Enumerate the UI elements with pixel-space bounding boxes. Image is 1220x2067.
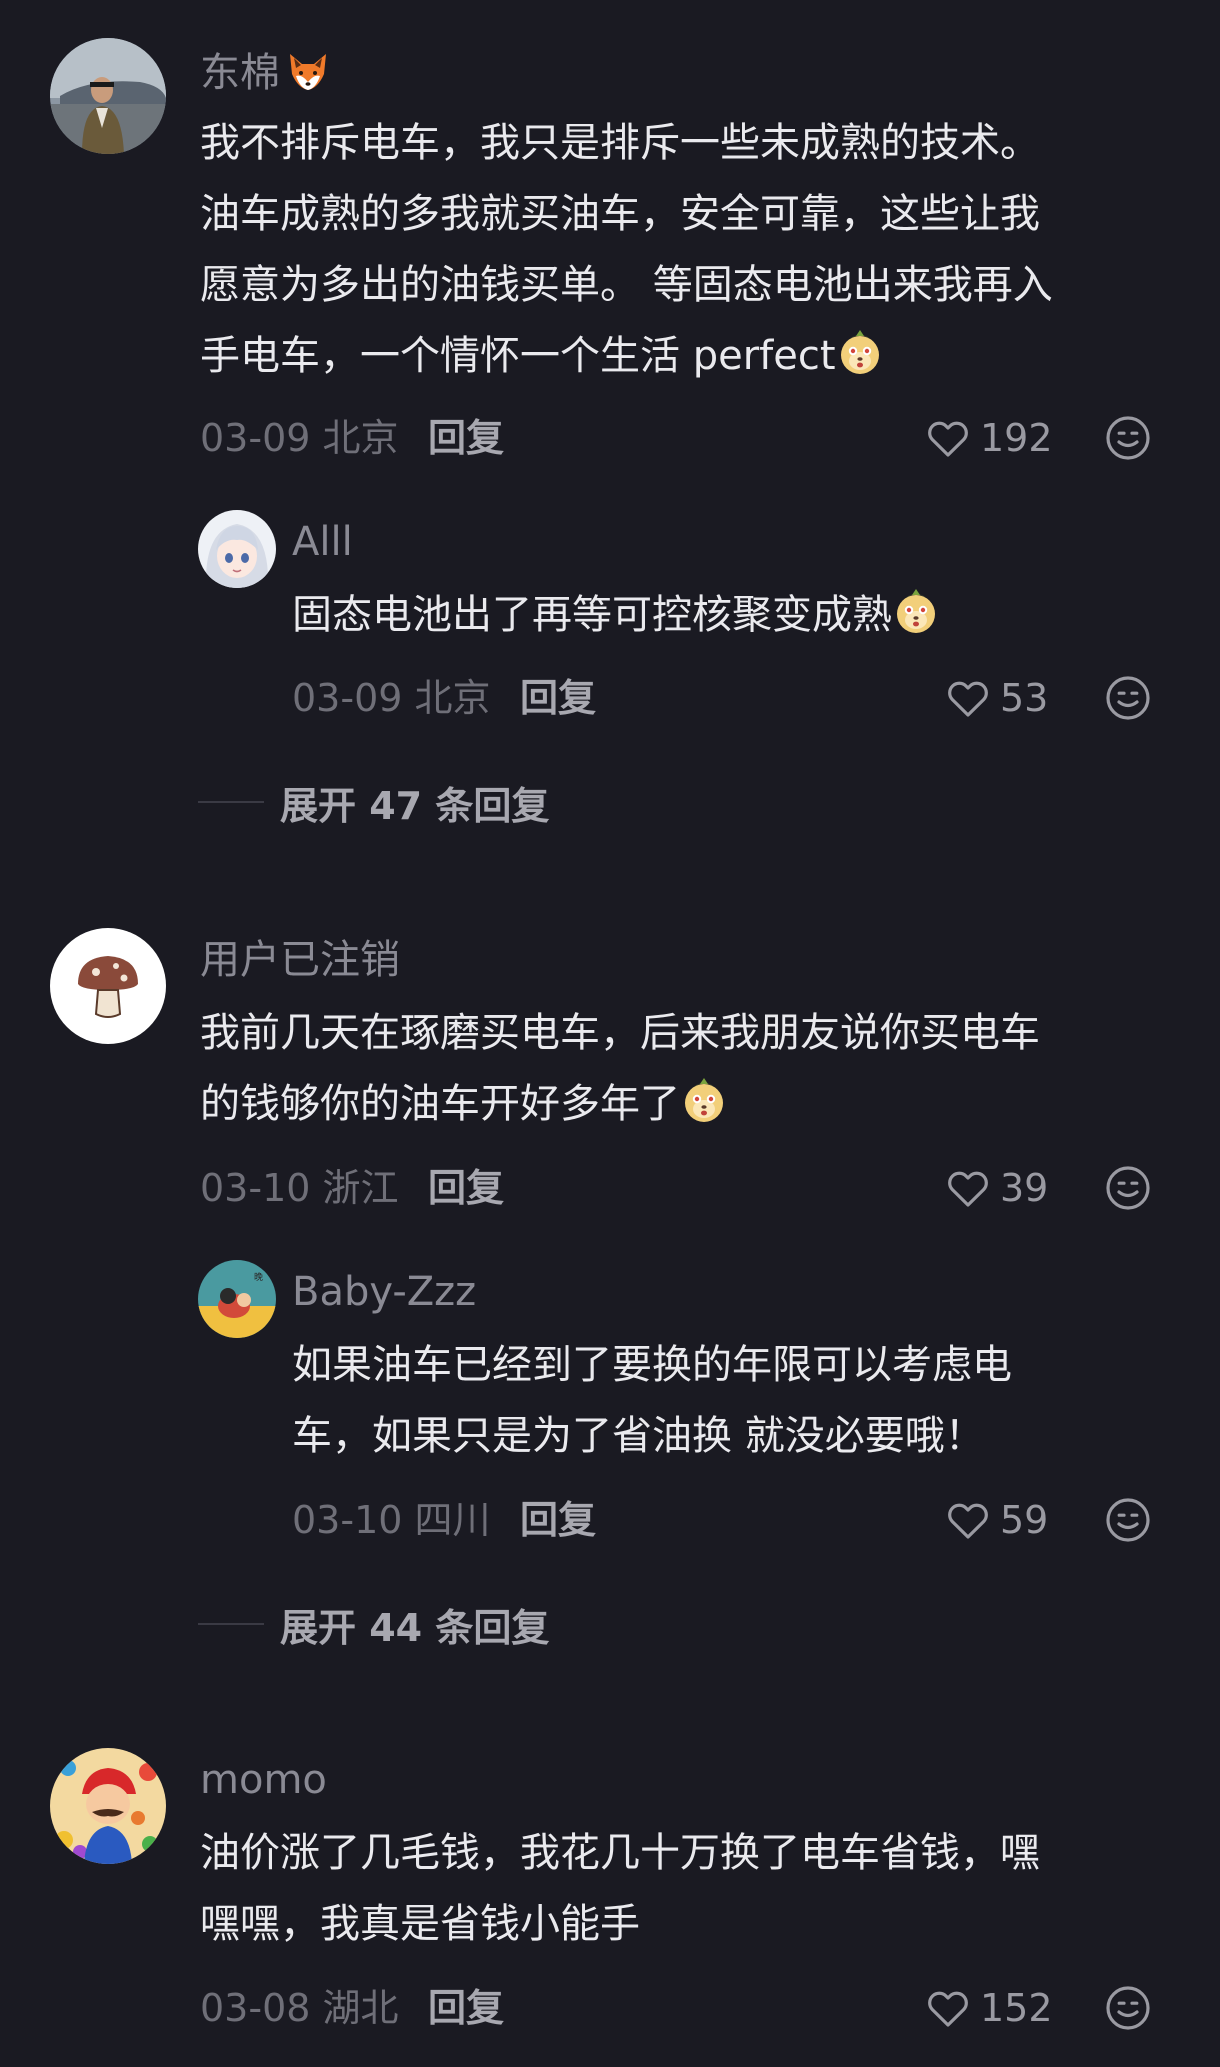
reply-button[interactable]: 回复	[428, 414, 504, 462]
like-button[interactable]: 152	[924, 1984, 1053, 2032]
smiley-icon[interactable]	[1104, 674, 1152, 722]
dog-emoji-icon	[680, 1077, 728, 1125]
username[interactable]: momo	[200, 1756, 327, 1804]
reply-meta: 03-10 四川	[292, 1498, 491, 1542]
comment-text: 我不排斥电车，我只是排斥一些未成熟的技术。 油车成熟的多我就买油车，安全可靠，这…	[200, 108, 1053, 392]
like-count: 39	[1000, 1166, 1049, 1210]
reply-button[interactable]: 回复	[428, 1164, 504, 1212]
expand-replies-label: 展开 44 条回复	[280, 1605, 550, 1650]
reply-text: 固态电池出了再等可控核聚变成熟	[292, 580, 940, 651]
reply-avatar[interactable]: 晚	[198, 1260, 276, 1338]
reply-username[interactable]: Baby-Zzz	[292, 1268, 476, 1316]
avatar[interactable]	[50, 1748, 166, 1864]
comment-line: 我不排斥电车，我只是排斥一些未成熟的技术。	[200, 120, 1040, 166]
expand-replies-label: 展开 47 条回复	[280, 783, 550, 828]
heart-icon	[944, 1164, 992, 1212]
like-button[interactable]: 59	[944, 1496, 1048, 1544]
expand-replies-button[interactable]: 展开 44 条回复	[198, 1600, 549, 1650]
like-count: 59	[1000, 1498, 1049, 1542]
reply-line: 固态电池出了再等可控核聚变成熟	[292, 580, 940, 651]
reply-line: 如果油车已经到了要换的年限可以考虑电	[292, 1342, 1012, 1388]
comment-text: 我前几天在琢磨买电车，后来我朋友说你买电车 的钱够你的油车开好多年了	[200, 998, 1040, 1140]
comment-line: 我前几天在琢磨买电车，后来我朋友说你买电车	[200, 1010, 1040, 1056]
comment-line: 嘿嘿，我真是省钱小能手	[200, 1901, 640, 1947]
smiley-icon[interactable]	[1104, 414, 1152, 462]
heart-icon	[944, 674, 992, 722]
like-button[interactable]: 39	[944, 1164, 1048, 1212]
like-button[interactable]: 53	[944, 674, 1048, 722]
comment-line: 油车成熟的多我就买油车，安全可靠，这些让我	[200, 191, 1040, 237]
reply-meta: 03-09 北京	[292, 676, 491, 720]
dog-emoji-icon	[892, 588, 940, 636]
comment-line: 的钱够你的油车开好多年了	[200, 1069, 1040, 1140]
avatar[interactable]	[50, 38, 166, 154]
expand-replies-button[interactable]: 展开 47 条回复	[198, 778, 549, 828]
like-count: 53	[1000, 676, 1049, 720]
comment-text: 油价涨了几毛钱，我花几十万换了电车省钱，嘿 嘿嘿，我真是省钱小能手	[200, 1818, 1040, 1960]
divider	[198, 801, 264, 803]
username[interactable]: 用户已注销	[200, 936, 400, 984]
smiley-icon[interactable]	[1104, 1496, 1152, 1544]
reply-text: 如果油车已经到了要换的年限可以考虑电 车，如果只是为了省油换 就没必要哦！	[292, 1330, 1012, 1472]
reply-avatar[interactable]	[198, 510, 276, 588]
reply-button[interactable]: 回复	[428, 1984, 504, 2032]
heart-icon	[924, 414, 972, 462]
reply-button[interactable]: 回复	[520, 1496, 596, 1544]
comment-line: 油价涨了几毛钱，我花几十万换了电车省钱，嘿	[200, 1830, 1040, 1876]
avatar[interactable]	[50, 928, 166, 1044]
comment-meta: 03-10 浙江	[200, 1166, 399, 1210]
heart-icon	[944, 1496, 992, 1544]
like-count: 192	[980, 416, 1053, 460]
username[interactable]: 东棉	[200, 46, 332, 97]
comment-meta: 03-09 北京	[200, 416, 399, 460]
dog-emoji-icon	[836, 329, 884, 377]
divider	[198, 1623, 264, 1625]
like-button[interactable]: 192	[924, 414, 1053, 462]
comment-line: 手电车，一个情怀一个生活 perfect	[200, 321, 1053, 392]
heart-icon	[924, 1984, 972, 2032]
like-count: 152	[980, 1986, 1053, 2030]
smiley-icon[interactable]	[1104, 1984, 1152, 2032]
svg-text:晚: 晚	[254, 1272, 263, 1283]
reply-username[interactable]: Alll	[292, 518, 353, 566]
comment-meta: 03-08 湖北	[200, 1986, 399, 2030]
fox-emoji-icon	[284, 46, 332, 94]
smiley-icon[interactable]	[1104, 1164, 1152, 1212]
comment-line: 愿意为多出的油钱买单。 等固态电池出来我再入	[200, 262, 1053, 308]
reply-button[interactable]: 回复	[520, 674, 596, 722]
reply-line: 车，如果只是为了省油换 就没必要哦！	[292, 1413, 985, 1459]
